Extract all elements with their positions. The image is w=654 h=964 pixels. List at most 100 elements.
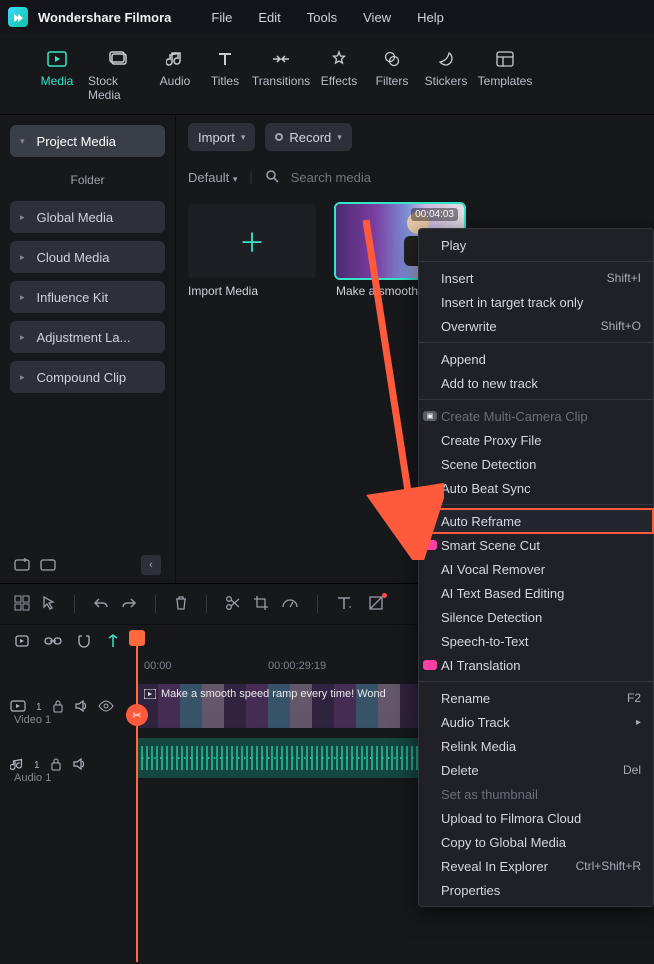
context-menu: Play InsertShift+I Insert in target trac…	[418, 228, 654, 907]
side-panel: ▾Project Media Folder ▸Global Media ▸Clo…	[0, 115, 176, 583]
ctx-multicam: ▣Create Multi-Camera Clip	[419, 404, 653, 428]
tab-filters[interactable]: Filters	[366, 42, 418, 114]
plus-icon: ＋	[239, 223, 265, 260]
ctx-properties[interactable]: Properties	[419, 878, 653, 902]
side-collapse-button[interactable]: ‹	[141, 555, 161, 575]
speed-icon[interactable]	[281, 596, 299, 613]
import-dropdown[interactable]: Import▾	[188, 123, 255, 151]
menu-bar: File Edit Tools View Help	[211, 10, 443, 25]
menu-file[interactable]: File	[211, 10, 232, 25]
sidebar-item-global-media[interactable]: ▸Global Media	[10, 201, 165, 233]
ctx-proxy[interactable]: Create Proxy File	[419, 428, 653, 452]
tab-transitions[interactable]: Transitions	[250, 42, 312, 114]
ctx-insert[interactable]: InsertShift+I	[419, 266, 653, 290]
cursor-icon[interactable]	[42, 595, 56, 614]
ctx-auto-reframe[interactable]: Auto Reframe	[419, 509, 653, 533]
new-badge-icon	[423, 660, 437, 670]
snap-icon[interactable]	[76, 634, 92, 651]
menu-view[interactable]: View	[363, 10, 391, 25]
sidebar-item-cloud-media[interactable]: ▸Cloud Media	[10, 241, 165, 273]
audio-clip[interactable]	[136, 738, 466, 778]
ctx-upload-cloud[interactable]: Upload to Filmora Cloud	[419, 806, 653, 830]
camera-icon: ▣	[423, 411, 437, 421]
mute-icon[interactable]	[72, 758, 86, 773]
redo-icon[interactable]	[121, 596, 137, 613]
undo-icon[interactable]	[93, 596, 109, 613]
ctx-relink-media[interactable]: Relink Media	[419, 734, 653, 758]
track-header-video[interactable]: 1 Video 1	[0, 680, 132, 734]
visible-icon[interactable]	[98, 700, 114, 715]
ctx-silence-detection[interactable]: Silence Detection	[419, 605, 653, 629]
ctx-ai-vocal-remover[interactable]: AI Vocal Remover	[419, 557, 653, 581]
sidebar-item-adjustment-layer[interactable]: ▸Adjustment La...	[10, 321, 165, 353]
sidebar-folder-row[interactable]: Folder	[10, 165, 165, 195]
stickers-icon	[437, 48, 455, 70]
clip-duration: 00:04:03	[411, 208, 458, 221]
menu-edit[interactable]: Edit	[258, 10, 280, 25]
ctx-reveal-explorer[interactable]: Reveal In ExplorerCtrl+Shift+R	[419, 854, 653, 878]
ctx-append[interactable]: Append	[419, 347, 653, 371]
lock-icon[interactable]	[50, 757, 62, 774]
ctx-delete[interactable]: DeleteDel	[419, 758, 653, 782]
crop-icon[interactable]	[253, 595, 269, 614]
search-input[interactable]	[291, 170, 642, 185]
filters-icon	[383, 48, 401, 70]
playhead[interactable]: ✂	[136, 632, 138, 962]
sidebar-item-compound-clip[interactable]: ▸Compound Clip	[10, 361, 165, 393]
layout-icon[interactable]	[14, 595, 30, 614]
ctx-copy-global[interactable]: Copy to Global Media	[419, 830, 653, 854]
ctx-ai-translation[interactable]: AI Translation	[419, 653, 653, 677]
text-icon[interactable]	[336, 595, 352, 614]
audio-track-icon	[10, 757, 24, 774]
ctx-smart-scene-cut[interactable]: Smart Scene Cut	[419, 533, 653, 557]
ctx-insert-target[interactable]: Insert in target track only	[419, 290, 653, 314]
sidebar-item-influence-kit[interactable]: ▸Influence Kit	[10, 281, 165, 313]
video-clip[interactable]: Make a smooth speed ramp every time! Won…	[136, 684, 466, 728]
new-bin-icon[interactable]	[14, 557, 30, 574]
link-icon[interactable]	[44, 635, 62, 650]
record-dropdown[interactable]: Record▾	[265, 123, 351, 151]
sort-dropdown[interactable]: Default ▾	[188, 170, 237, 185]
app-name: Wondershare Filmora	[38, 10, 171, 25]
tab-templates[interactable]: Templates	[474, 42, 536, 114]
clip-label: Make a smooth speed ramp every time! Won…	[144, 688, 386, 700]
marker-in-icon[interactable]	[14, 634, 30, 651]
ctx-add-new-track[interactable]: Add to new track	[419, 371, 653, 395]
adjust-icon[interactable]	[368, 595, 384, 614]
ctx-auto-beat-sync[interactable]: Auto Beat Sync	[419, 476, 653, 500]
ctx-scene-detection[interactable]: Scene Detection	[419, 452, 653, 476]
delete-icon[interactable]	[174, 595, 188, 614]
ctx-rename[interactable]: RenameF2	[419, 686, 653, 710]
sidebar-item-project-media[interactable]: ▾Project Media	[10, 125, 165, 157]
playhead-split-icon[interactable]: ✂	[126, 704, 148, 726]
playhead-handle-icon[interactable]	[129, 630, 145, 646]
marker-icon[interactable]	[106, 633, 120, 652]
ctx-play[interactable]: Play	[419, 233, 653, 257]
tab-stickers[interactable]: Stickers	[418, 42, 474, 114]
ctx-overwrite[interactable]: OverwriteShift+O	[419, 314, 653, 338]
tool-tabs: Media Stock Media Audio Titles Transitio…	[0, 34, 654, 115]
ctx-set-thumbnail: Set as thumbnail	[419, 782, 653, 806]
record-icon	[275, 133, 283, 141]
ctx-ai-text-editing[interactable]: AI Text Based Editing	[419, 581, 653, 605]
transitions-icon	[271, 48, 291, 70]
tab-audio[interactable]: Audio	[150, 42, 200, 114]
menu-help[interactable]: Help	[417, 10, 444, 25]
effects-icon	[330, 48, 348, 70]
tab-effects[interactable]: Effects	[312, 42, 366, 114]
ctx-speech-to-text[interactable]: Speech-to-Text	[419, 629, 653, 653]
mute-icon[interactable]	[74, 700, 88, 715]
templates-icon	[496, 48, 514, 70]
track-header-audio[interactable]: 1 Audio 1	[0, 738, 132, 792]
menu-tools[interactable]: Tools	[307, 10, 337, 25]
tab-media[interactable]: Media	[26, 42, 88, 114]
import-media-tile[interactable]: ＋ Import Media	[188, 204, 316, 298]
delete-bin-icon[interactable]	[40, 557, 56, 574]
new-badge-icon	[423, 540, 437, 550]
tab-titles[interactable]: Titles	[200, 42, 250, 114]
tab-stock-media[interactable]: Stock Media	[88, 42, 150, 114]
ctx-audio-track[interactable]: Audio Track▸	[419, 710, 653, 734]
search-icon	[265, 169, 279, 186]
split-icon[interactable]	[225, 595, 241, 614]
lock-icon[interactable]	[52, 699, 64, 716]
